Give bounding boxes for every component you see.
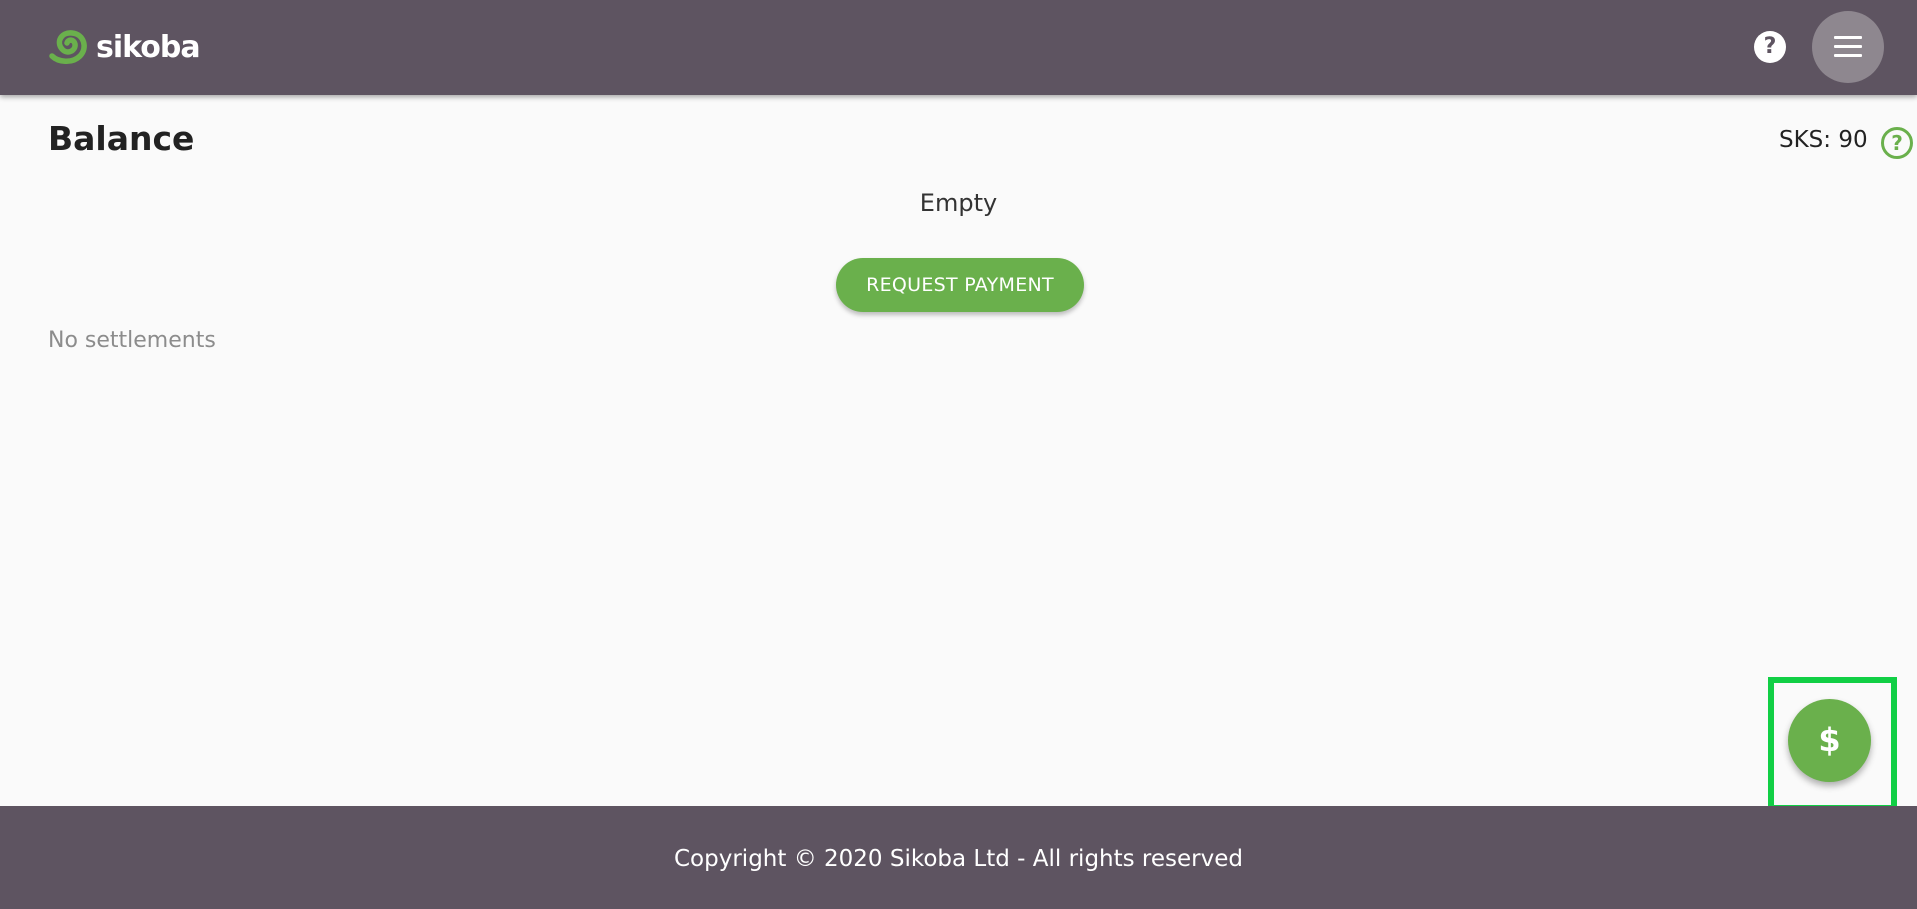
sks-balance: SKS: 90 bbox=[1779, 127, 1868, 153]
sks-help-icon[interactable]: ? bbox=[1881, 127, 1913, 159]
sks-question-glyph: ? bbox=[1891, 131, 1903, 155]
sikoba-logo[interactable]: sikoba bbox=[48, 28, 201, 66]
help-button[interactable]: ? bbox=[1754, 31, 1786, 63]
menu-bar-bottom bbox=[1834, 54, 1862, 57]
menu-bar-top bbox=[1834, 36, 1862, 39]
swirl-logo-icon bbox=[49, 30, 87, 64]
question-icon: ? bbox=[1763, 34, 1777, 59]
no-settlements-text: No settlements bbox=[48, 328, 216, 353]
page-title: Balance bbox=[48, 119, 195, 158]
copyright-text: Copyright © 2020 Sikoba Ltd - All rights… bbox=[674, 846, 1243, 872]
logo-text: sikoba bbox=[96, 29, 201, 65]
empty-balance-text: Empty bbox=[919, 189, 998, 217]
request-payment-button[interactable]: REQUEST PAYMENT bbox=[836, 258, 1084, 312]
top-app-bar: sikoba ? bbox=[0, 0, 1917, 95]
payment-fab-button[interactable]: $ bbox=[1788, 699, 1871, 782]
dollar-icon: $ bbox=[1818, 721, 1841, 759]
hamburger-menu-button[interactable] bbox=[1812, 11, 1884, 83]
menu-bar-middle bbox=[1834, 45, 1862, 48]
